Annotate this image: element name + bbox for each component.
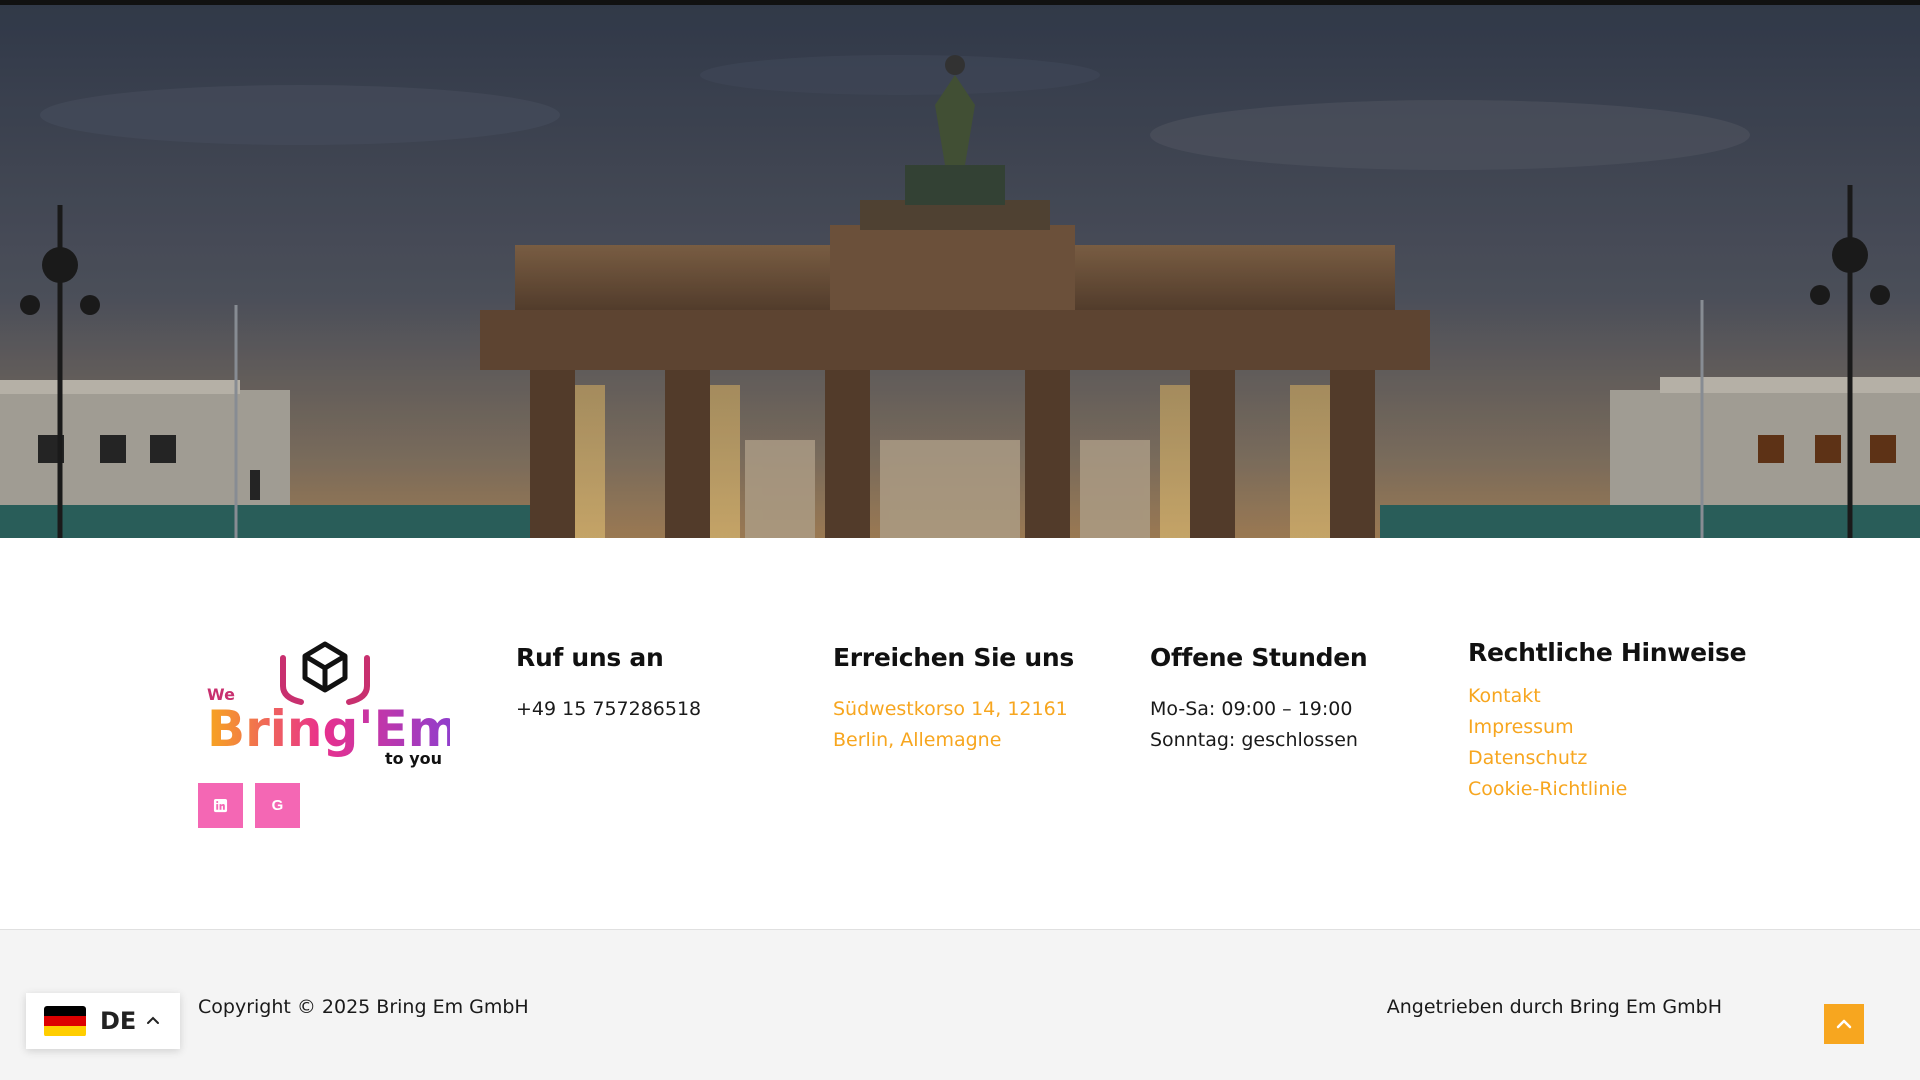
legal-link-cookie-richtlinie[interactable]: Cookie-Richtlinie [1468,774,1746,805]
hours-heading: Offene Stunden [1150,643,1368,672]
phone-number: +49 15 757286518 [516,698,702,720]
legal-link-datenschutz[interactable]: Datenschutz [1468,743,1746,774]
chevron-up-icon [147,1016,160,1024]
germany-flag-icon [44,1005,86,1037]
copyright-text: Copyright © 2025 Bring Em GmbH [198,996,529,1018]
hours-sunday: Sonntag: geschlossen [1150,729,1358,751]
language-switcher[interactable]: DE [26,993,180,1049]
legal-column: Rechtliche Hinweise Kontakt Impressum Da… [1468,638,1747,805]
scroll-to-top-button[interactable] [1824,1004,1864,1044]
hero-image [0,5,1920,538]
svg-text:to you: to you [385,749,442,768]
google-icon: G [271,797,284,814]
bring-em-logo[interactable]: We Bring'Em to you [205,638,460,768]
legal-heading: Rechtliche Hinweise [1468,638,1747,667]
linkedin-button[interactable] [198,783,243,828]
hours-weekdays: Mo-Sa: 09:00 – 19:00 [1150,698,1353,720]
logo-graphic: We Bring'Em to you [207,641,460,768]
google-button[interactable]: G [255,783,300,828]
language-code: DE [100,1007,137,1035]
call-column: Ruf uns an +49 15 757286518 [516,643,701,725]
arrow-up-icon [1836,1019,1852,1029]
address-column: Erreichen Sie uns Südwestkorso 14, 12161… [833,643,1074,756]
hero-overlay [0,5,1920,538]
address-heading: Erreichen Sie uns [833,643,1074,672]
hours-column: Offene Stunden Mo-Sa: 09:00 – 19:00 Sonn… [1150,643,1368,756]
legal-link-impressum[interactable]: Impressum [1468,712,1746,743]
address-line-1[interactable]: Südwestkorso 14, 12161 [833,694,1074,725]
social-links: G [198,783,300,828]
powered-by-text: Angetrieben durch Bring Em GmbH [1386,996,1722,1018]
footer-bottom-bar: Copyright © 2025 Bring Em GmbH Angetrieb… [0,929,1920,1080]
address-line-2[interactable]: Berlin, Allemagne [833,725,1074,756]
legal-link-kontakt[interactable]: Kontakt [1468,681,1746,712]
linkedin-icon [213,798,228,813]
call-heading: Ruf uns an [516,643,664,672]
footer-main: We Bring'Em to you G Ruf uns an +49 15 7… [0,538,1920,930]
